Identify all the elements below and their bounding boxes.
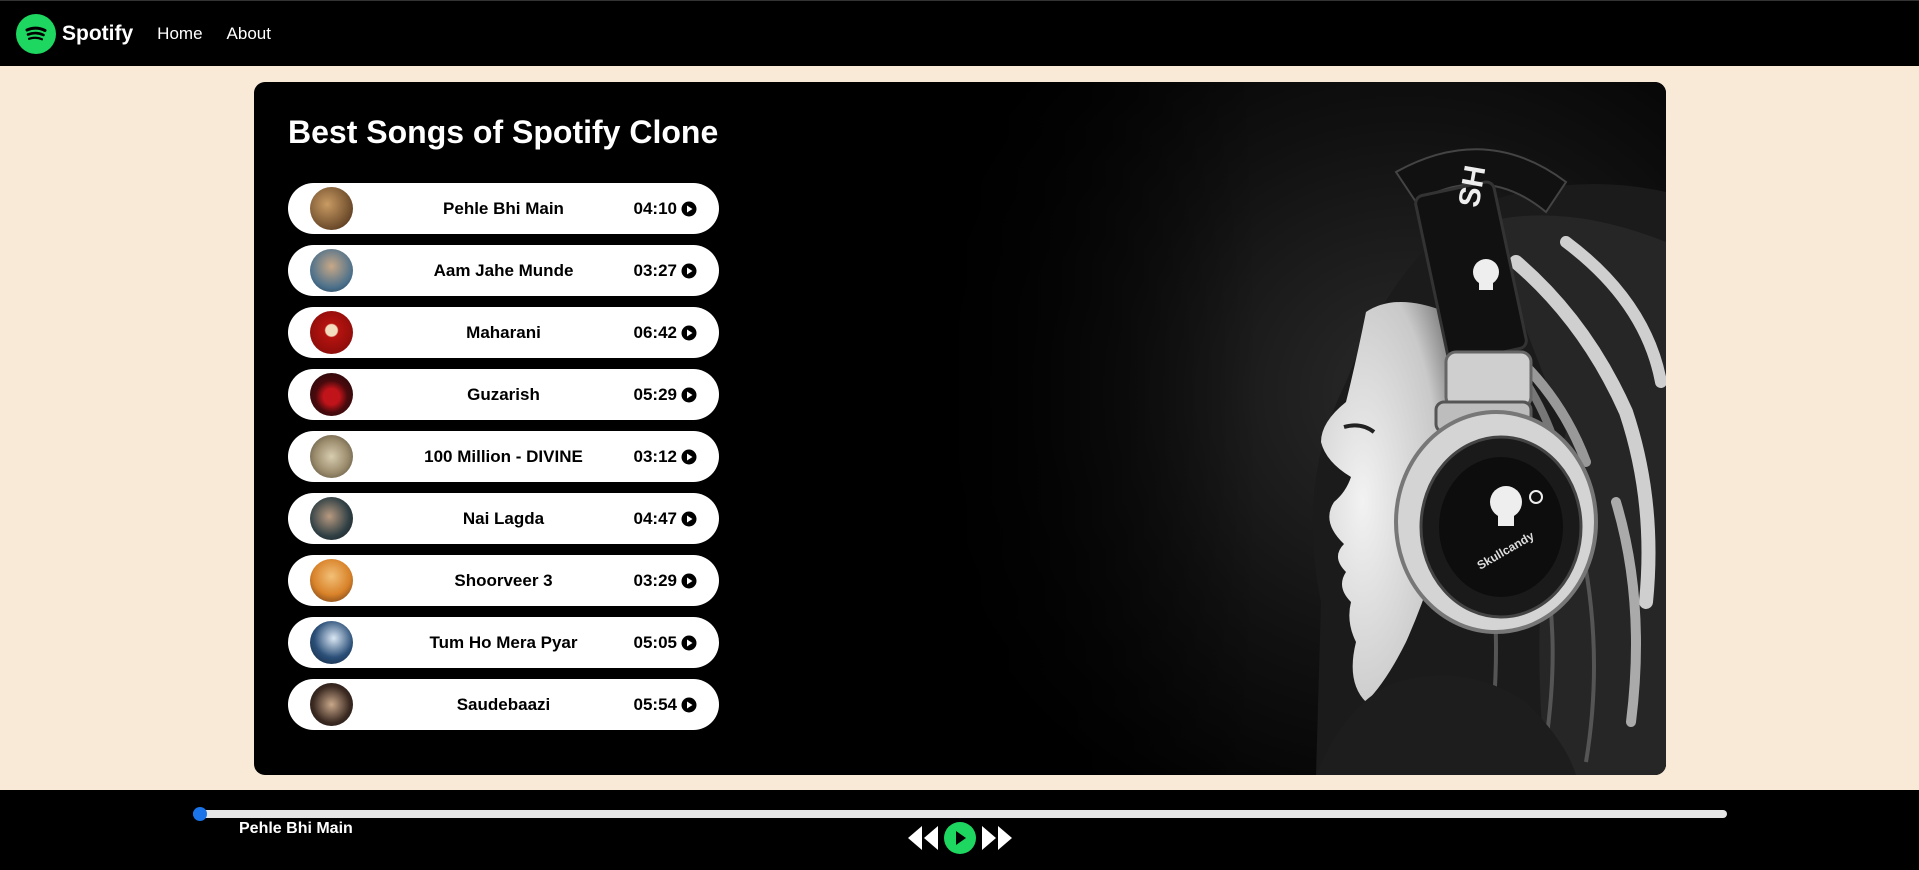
song-cover-image: [310, 683, 353, 726]
song-name: Maharani: [466, 322, 541, 342]
song-duration: 03:29: [633, 570, 677, 590]
song-name: Guzarish: [467, 384, 540, 404]
song-meta: 04:47: [634, 509, 697, 529]
song-item[interactable]: Saudebaazi 05:54: [288, 679, 719, 730]
song-meta: 03:12: [634, 447, 697, 467]
song-duration: 03:27: [633, 260, 677, 280]
song-item[interactable]: Tum Ho Mera Pyar 05:05: [288, 617, 719, 668]
navbar: Spotify Home About: [0, 0, 1919, 66]
play-circle-icon[interactable]: [681, 387, 697, 403]
song-name: Nai Lagda: [462, 508, 545, 528]
song-meta: 03:27: [634, 261, 697, 281]
song-duration: 05:05: [633, 632, 677, 652]
song-item[interactable]: 100 Million - DIVINE 03:12: [288, 431, 719, 482]
playback-controls: [906, 822, 1014, 854]
play-circle-icon[interactable]: [681, 263, 697, 279]
song-item[interactable]: Pehle Bhi Main 04:10: [288, 183, 719, 234]
play-circle-icon[interactable]: [681, 449, 697, 465]
song-cover-image: [310, 435, 353, 478]
next-icon[interactable]: [980, 824, 1014, 852]
song-duration: 05:54: [633, 694, 677, 714]
song-name: Tum Ho Mera Pyar: [429, 632, 578, 652]
song-cover-image: [310, 621, 353, 664]
song-meta: 05:29: [634, 385, 697, 405]
now-playing-title: Pehle Bhi Main: [239, 820, 353, 837]
play-circle-icon[interactable]: [681, 511, 697, 527]
play-button[interactable]: [944, 822, 976, 854]
nav-about-link[interactable]: About: [227, 24, 271, 44]
song-cover-image: [310, 311, 353, 354]
play-circle-icon[interactable]: [681, 201, 697, 217]
nav-home-link[interactable]: Home: [157, 24, 202, 44]
song-meta: 05:05: [634, 633, 697, 653]
song-item[interactable]: Nai Lagda 04:47: [288, 493, 719, 544]
song-cover-image: [310, 497, 353, 540]
song-meta: 04:10: [634, 199, 697, 219]
song-name: Saudebaazi: [456, 694, 551, 714]
song-cover-image: [310, 559, 353, 602]
spotify-logo-icon: [16, 13, 56, 54]
brand[interactable]: Spotify: [16, 13, 134, 54]
song-cover-image: [310, 373, 353, 416]
song-list: Pehle Bhi Main 04:10 Aam Jahe Munde 03:2…: [288, 183, 719, 741]
song-item[interactable]: Guzarish 05:29: [288, 369, 719, 420]
song-duration: 04:47: [633, 508, 677, 528]
song-cover-image: [310, 187, 353, 230]
song-duration: 06:42: [633, 322, 677, 342]
song-meta: 06:42: [634, 323, 697, 343]
progress-bar[interactable]: [193, 810, 1727, 818]
song-meta: 03:29: [634, 571, 697, 591]
song-item[interactable]: Maharani 06:42: [288, 307, 719, 358]
song-name: Shoorveer 3: [454, 570, 553, 590]
song-item[interactable]: Aam Jahe Munde 03:27: [288, 245, 719, 296]
song-container: SH Skullcandy Best Songs of Spotify Clon…: [254, 82, 1666, 775]
progress-thumb[interactable]: [193, 807, 207, 821]
previous-icon[interactable]: [906, 824, 940, 852]
song-meta: 05:54: [634, 695, 697, 715]
song-name: Aam Jahe Munde: [433, 260, 574, 280]
hero-image-headphones-girl: SH Skullcandy: [926, 82, 1666, 775]
play-circle-icon[interactable]: [681, 635, 697, 651]
song-duration: 04:10: [633, 198, 677, 218]
play-circle-icon[interactable]: [681, 325, 697, 341]
play-circle-icon[interactable]: [681, 697, 697, 713]
song-cover-image: [310, 249, 353, 292]
brand-name: Spotify: [62, 21, 134, 45]
page-title: Best Songs of Spotify Clone: [288, 114, 719, 150]
play-icon: [956, 831, 966, 845]
song-duration: 05:29: [633, 384, 677, 404]
song-item[interactable]: Shoorveer 3 03:29: [288, 555, 719, 606]
song-name: 100 Million - DIVINE: [424, 446, 583, 466]
song-duration: 03:12: [633, 446, 677, 466]
song-name: Pehle Bhi Main: [443, 198, 564, 218]
play-circle-icon[interactable]: [681, 573, 697, 589]
